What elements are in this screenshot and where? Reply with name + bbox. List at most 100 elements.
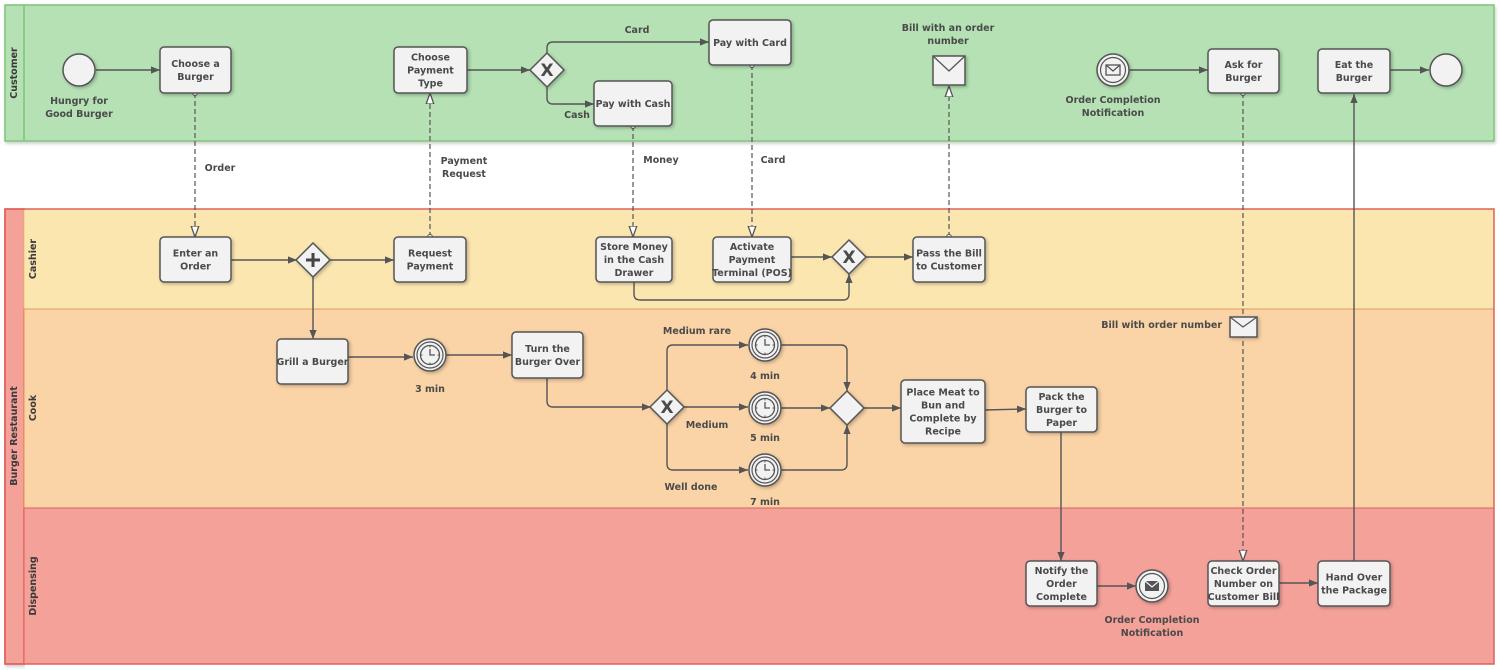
throw-event-label-line2: Notification [1121,628,1184,639]
timer-event-4min[interactable]: 4 min [748,328,782,382]
task-turn-over[interactable]: Turn the Burger Over [511,331,584,379]
task-label-line: Type [418,79,443,90]
task-label-line: Drawer [615,268,654,279]
task-label-line: Complete [1036,592,1087,603]
task-label-line: Turn the [525,344,570,355]
task-pay-card[interactable]: Pay with Card [708,19,792,66]
start-event-label-line1: Hungry for [50,96,108,107]
task-notify[interactable]: Notify the Order Complete [1025,560,1098,607]
task-hand-over[interactable]: Hand Over the Package [1317,560,1391,607]
x-icon: X [540,61,553,81]
task-label-line: Payment [407,262,454,273]
message-label-money: Money [643,155,679,166]
task-choose-burger[interactable]: Choose a Burger [159,46,232,94]
task-activate-pos[interactable]: Activate Payment Terminal (POS) [712,236,792,283]
task-label-line: Terminal (POS) [712,268,792,279]
customer-pool-label: Customer [9,47,20,99]
flow-label-medium-rare: Medium rare [663,326,731,337]
task-label-line: Grill a Burger [277,357,349,368]
task-label-line: Pay with Card [713,38,787,49]
envelope-icon [1229,316,1258,338]
task-eat-burger[interactable]: Eat the Burger [1317,48,1391,94]
task-check-order[interactable]: Check Order Number on Customer Bill [1207,560,1280,607]
start-event-circle[interactable] [62,53,96,87]
task-label-line: Order [1046,579,1077,590]
task-label-line: in the Cash [604,255,664,266]
task-label-line: Place Meat to [906,388,980,399]
clock-icon [419,344,441,366]
catch-event-label-line2: Notification [1082,108,1145,119]
task-label-line: to Customer [916,262,982,273]
restaurant-pool-label: Burger Restaurant [9,386,20,486]
task-label-line: Burger to [1036,405,1087,416]
task-request-payment[interactable]: Request Payment [393,236,467,283]
x-icon: X [660,398,673,418]
task-ask-burger[interactable]: Ask for Burger [1207,48,1280,94]
task-label-line: Payment [729,255,776,266]
task-label-line: Eat the [1335,60,1374,71]
task-label-line: Request [408,249,452,260]
message-label-payment-request-line2: Request [442,169,486,180]
message-label-order: Order [205,163,236,174]
catch-event-label-line1: Order Completion [1066,95,1161,106]
task-choose-payment[interactable]: Choose Payment Type [393,46,468,94]
task-box[interactable] [159,46,232,94]
end-event-circle[interactable] [1429,53,1463,87]
timer-label: 4 min [750,371,780,382]
lane-cashier-label: Cashier [28,239,39,279]
task-pay-cash[interactable]: Pay with Cash [593,80,673,127]
task-label-line: Paper [1046,418,1077,429]
task-box[interactable] [159,236,232,283]
start-event-label-line2: Good Burger [45,109,113,120]
task-place-meat[interactable]: Place Meat to Bun and Complete by Recipe [900,379,986,444]
flow-label-medium: Medium [686,420,729,431]
task-label-line: Choose [411,53,450,64]
task-box[interactable] [511,331,584,379]
task-pack[interactable]: Pack the Burger to Paper [1025,386,1098,433]
flow-place-meat-to-pack [984,405,1027,413]
task-label-line: Hand Over [1326,573,1383,584]
flow-label-card: Card [625,25,650,36]
lane-dispensing-label: Dispensing [28,556,39,615]
task-box[interactable] [912,236,986,283]
timer-event-3min[interactable]: 3 min [413,338,447,395]
task-label-line: Burger Over [515,357,581,368]
bill-customer-label-line1: Bill with an order [902,23,995,34]
message-labels: Order Payment Request Money Card [205,155,786,180]
clock-icon [754,334,776,356]
timer-event-7min[interactable]: 7 min [748,453,782,508]
task-label-line: Pass the Bill [916,249,982,260]
task-label-line: Activate [730,242,774,253]
task-label-line: Complete by [909,414,977,425]
envelope-filled-icon [1144,580,1160,591]
end-event[interactable] [1429,53,1463,87]
message-label-card: Card [761,155,786,166]
message-label-payment-request-line1: Payment [441,156,488,167]
task-box[interactable] [393,236,467,283]
task-label-line: Enter an [173,249,219,260]
task-label-line: Store Money [600,242,669,253]
timer-event-5min[interactable]: 5 min [748,391,782,444]
task-label-line: Payment [407,66,454,77]
task-store-money[interactable]: Store Money in the Cash Drawer [595,236,673,283]
task-box[interactable] [1317,48,1391,94]
task-label-line: Choose a [171,59,220,70]
bpmn-diagram: Customer Burger Restaurant Cashier Cook … [4,4,1495,665]
task-label-line: Burger [1336,73,1373,84]
task-label-line: Recipe [925,427,961,438]
task-label-line: Pack the [1038,392,1084,403]
throw-event-label-line1: Order Completion [1105,615,1200,626]
task-label-line: Notify the [1035,566,1089,577]
task-pass-bill[interactable]: Pass the Bill to Customer [912,236,986,283]
task-label-line: Burger [177,72,214,83]
task-label-line: Bun and [921,401,965,412]
task-label-line: the Package [1321,586,1387,597]
task-enter-order[interactable]: Enter an Order [159,236,232,283]
timer-label: 5 min [750,433,780,444]
task-box[interactable] [1207,48,1280,94]
task-grill[interactable]: Grill a Burger [276,338,349,385]
catch-event-outer[interactable] [1096,53,1130,87]
task-box[interactable] [1317,560,1391,607]
x-icon: X [842,248,855,268]
clock-icon [754,397,776,419]
